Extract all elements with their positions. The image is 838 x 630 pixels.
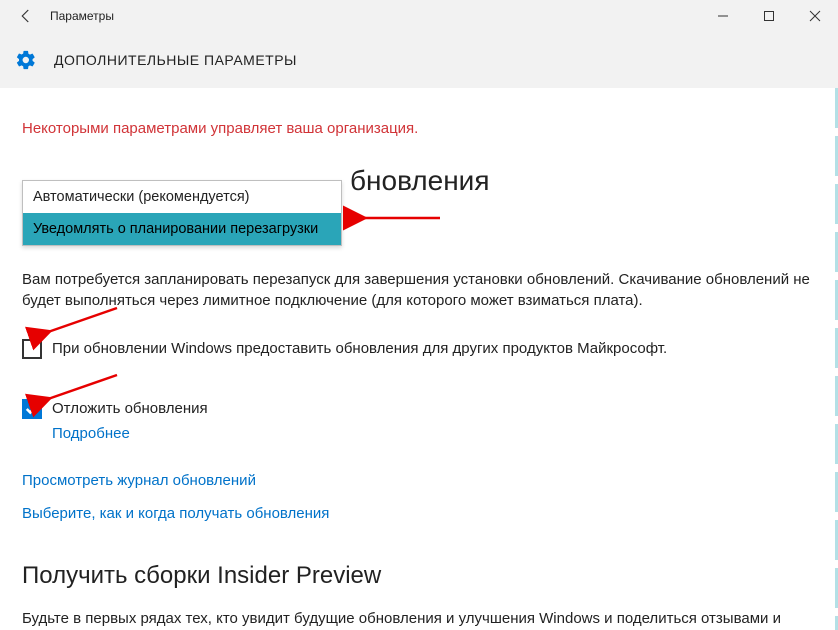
close-icon <box>809 10 821 22</box>
checkbox-box-2[interactable] <box>22 399 42 419</box>
checkbox-label-2: Отложить обновления <box>52 399 208 419</box>
insider-section-body: Будьте в первых рядах тех, кто увидит бу… <box>22 608 812 630</box>
defer-more-link[interactable]: Подробнее <box>52 425 130 442</box>
maximize-button[interactable] <box>746 0 792 32</box>
minimize-icon <box>717 10 729 22</box>
checkbox-label-1: При обновлении Windows предоставить обно… <box>52 339 667 359</box>
content-area: Некоторыми параметрами управляет ваша ор… <box>0 88 838 630</box>
section-title-partial: бновления <box>350 165 489 197</box>
window-controls <box>700 0 838 32</box>
checkmark-icon <box>25 402 39 416</box>
gear-icon <box>14 48 38 72</box>
dropdown-option-auto[interactable]: Автоматически (рекомендуется) <box>23 181 341 213</box>
page-title: ДОПОЛНИТЕЛЬНЫЕ ПАРАМЕТРЫ <box>54 52 297 68</box>
minimize-button[interactable] <box>700 0 746 32</box>
maximize-icon <box>763 10 775 22</box>
window-titlebar: Параметры <box>0 0 838 32</box>
description-text: Вам потребуется запланировать перезапуск… <box>22 269 812 311</box>
checkbox-other-ms-products[interactable]: При обновлении Windows предоставить обно… <box>22 339 816 359</box>
close-button[interactable] <box>792 0 838 32</box>
back-button[interactable] <box>6 0 46 32</box>
checkbox-box-1[interactable] <box>22 339 42 359</box>
choose-updates-link[interactable]: Выберите, как и когда получать обновлени… <box>22 505 329 522</box>
arrow-left-icon <box>17 7 35 25</box>
org-managed-message: Некоторыми параметрами управляет ваша ор… <box>22 120 816 137</box>
window-title: Параметры <box>50 9 700 23</box>
update-history-link[interactable]: Просмотреть журнал обновлений <box>22 472 256 489</box>
checkbox-defer-updates[interactable]: Отложить обновления <box>22 399 816 419</box>
page-header: ДОПОЛНИТЕЛЬНЫЕ ПАРАМЕТРЫ <box>0 32 838 88</box>
install-updates-dropdown[interactable]: Автоматически (рекомендуется) Уведомлять… <box>22 180 342 246</box>
annotation-arrow-1 <box>355 208 445 232</box>
dropdown-option-notify[interactable]: Уведомлять о планировании перезагрузки <box>23 213 341 245</box>
insider-section-title: Получить сборки Insider Preview <box>22 562 816 590</box>
